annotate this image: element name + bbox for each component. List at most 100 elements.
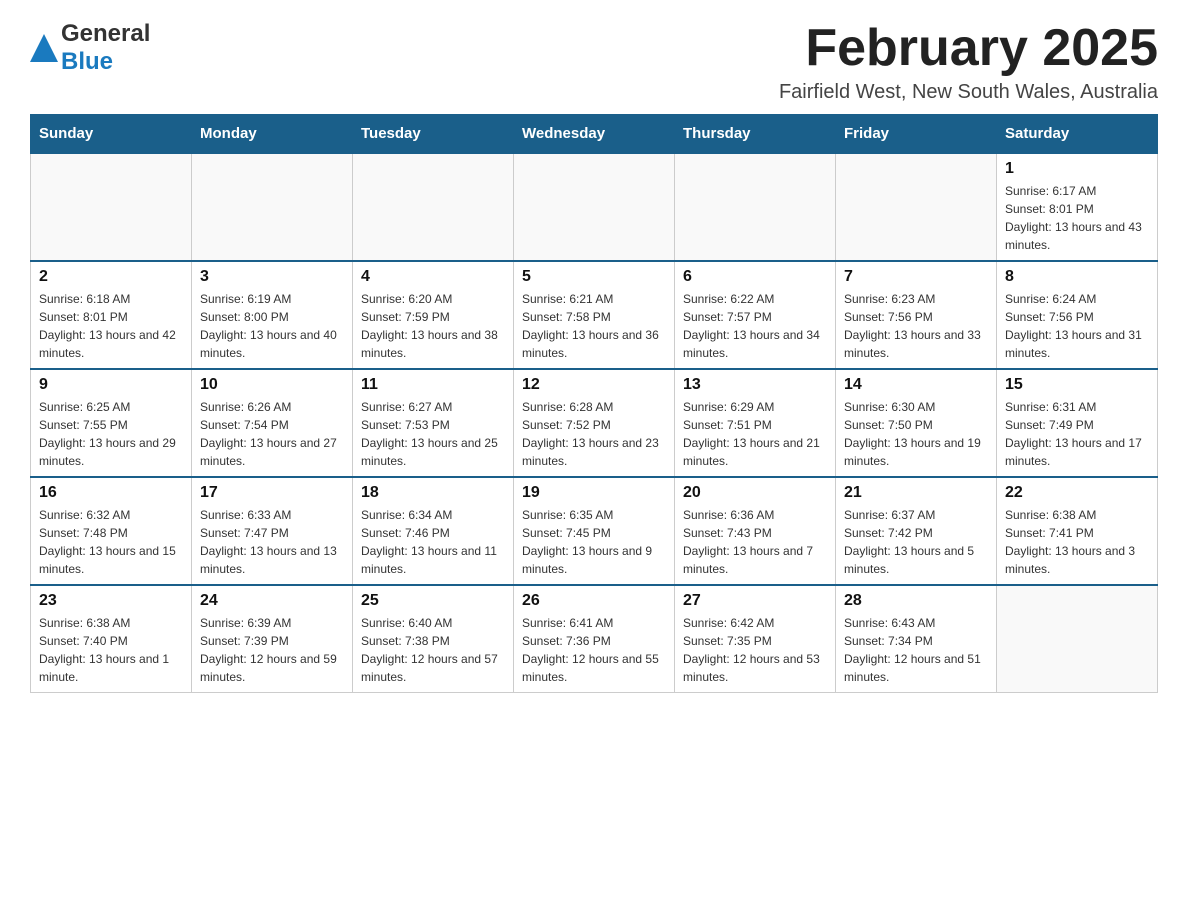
day-info: Sunrise: 6:41 AM Sunset: 7:36 PM Dayligh… (522, 614, 666, 686)
day-number: 28 (844, 592, 988, 610)
calendar-cell (836, 153, 997, 261)
day-info: Sunrise: 6:26 AM Sunset: 7:54 PM Dayligh… (200, 398, 344, 470)
calendar-header-row: SundayMondayTuesdayWednesdayThursdayFrid… (31, 115, 1158, 154)
logo-line2: Blue (61, 48, 150, 76)
calendar-cell: 14Sunrise: 6:30 AM Sunset: 7:50 PM Dayli… (836, 369, 997, 477)
calendar-cell: 4 Sunrise: 6:20 AM Sunset: 7:59 PM Daylig… (353, 261, 514, 369)
calendar-cell (514, 153, 675, 261)
calendar-cell: 15 Sunrise: 6:31 AM Sunset: 7:49 PM Dayli… (997, 369, 1158, 477)
day-info: Sunrise: 6:32 AM Sunset: 7:48 PM Dayligh… (39, 506, 183, 578)
logo-icon (30, 34, 58, 64)
day-info: Sunrise: 6:43 AM Sunset: 7:34 PM Dayligh… (844, 614, 988, 686)
calendar-week-4: 16Sunrise: 6:32 AM Sunset: 7:48 PM Dayli… (31, 477, 1158, 585)
location-title: Fairfield West, New South Wales, Austral… (779, 81, 1158, 104)
day-number: 4 (361, 268, 505, 286)
day-info: Sunrise: 6:21 AM Sunset: 7:58 PM Dayligh… (522, 290, 666, 362)
calendar-cell: 5 Sunrise: 6:21 AM Sunset: 7:58 PM Daylig… (514, 261, 675, 369)
day-number: 19 (522, 484, 666, 502)
calendar-cell: 25 Sunrise: 6:40 AM Sunset: 7:38 PM Dayli… (353, 585, 514, 693)
day-info: Sunrise: 6:30 AM Sunset: 7:50 PM Dayligh… (844, 398, 988, 470)
day-info: Sunrise: 6:24 AM Sunset: 7:56 PM Dayligh… (1005, 290, 1149, 362)
day-info: Sunrise: 6:36 AM Sunset: 7:43 PM Dayligh… (683, 506, 827, 578)
header-wednesday: Wednesday (514, 115, 675, 154)
day-info: Sunrise: 6:40 AM Sunset: 7:38 PM Dayligh… (361, 614, 505, 686)
day-number: 10 (200, 376, 344, 394)
header-thursday: Thursday (675, 115, 836, 154)
day-info: Sunrise: 6:33 AM Sunset: 7:47 PM Dayligh… (200, 506, 344, 578)
day-number: 3 (200, 268, 344, 286)
header-saturday: Saturday (997, 115, 1158, 154)
month-title: February 2025 (779, 20, 1158, 77)
logo-row: General Blue (30, 20, 150, 76)
calendar-cell: 18Sunrise: 6:34 AM Sunset: 7:46 PM Dayli… (353, 477, 514, 585)
calendar-cell (353, 153, 514, 261)
day-info: Sunrise: 6:17 AM Sunset: 8:01 PM Dayligh… (1005, 182, 1149, 254)
calendar-cell (192, 153, 353, 261)
title-area: February 2025 Fairfield West, New South … (779, 20, 1158, 104)
calendar-cell: 8 Sunrise: 6:24 AM Sunset: 7:56 PM Daylig… (997, 261, 1158, 369)
day-number: 1 (1005, 160, 1149, 178)
header: General Blue February 2025 Fairfield Wes… (30, 20, 1158, 104)
calendar-cell: 24 Sunrise: 6:39 AM Sunset: 7:39 PM Dayli… (192, 585, 353, 693)
calendar-cell: 20 Sunrise: 6:36 AM Sunset: 7:43 PM Dayli… (675, 477, 836, 585)
calendar-week-2: 2 Sunrise: 6:18 AM Sunset: 8:01 PM Daylig… (31, 261, 1158, 369)
calendar-cell: 6 Sunrise: 6:22 AM Sunset: 7:57 PM Daylig… (675, 261, 836, 369)
calendar-cell (31, 153, 192, 261)
day-number: 23 (39, 592, 183, 610)
day-info: Sunrise: 6:22 AM Sunset: 7:57 PM Dayligh… (683, 290, 827, 362)
calendar-week-1: 1 Sunrise: 6:17 AM Sunset: 8:01 PM Daylig… (31, 153, 1158, 261)
logo-text: General Blue (61, 20, 150, 76)
calendar-cell: 11 Sunrise: 6:27 AM Sunset: 7:53 PM Dayli… (353, 369, 514, 477)
calendar-cell: 1 Sunrise: 6:17 AM Sunset: 8:01 PM Daylig… (997, 153, 1158, 261)
calendar-cell (997, 585, 1158, 693)
day-info: Sunrise: 6:35 AM Sunset: 7:45 PM Dayligh… (522, 506, 666, 578)
calendar-week-3: 9Sunrise: 6:25 AM Sunset: 7:55 PM Daylig… (31, 369, 1158, 477)
day-info: Sunrise: 6:42 AM Sunset: 7:35 PM Dayligh… (683, 614, 827, 686)
day-number: 11 (361, 376, 505, 394)
calendar-cell: 16Sunrise: 6:32 AM Sunset: 7:48 PM Dayli… (31, 477, 192, 585)
calendar-cell: 22Sunrise: 6:38 AM Sunset: 7:41 PM Dayli… (997, 477, 1158, 585)
day-info: Sunrise: 6:19 AM Sunset: 8:00 PM Dayligh… (200, 290, 344, 362)
day-info: Sunrise: 6:39 AM Sunset: 7:39 PM Dayligh… (200, 614, 344, 686)
calendar-cell: 27 Sunrise: 6:42 AM Sunset: 7:35 PM Dayli… (675, 585, 836, 693)
calendar-cell: 12Sunrise: 6:28 AM Sunset: 7:52 PM Dayli… (514, 369, 675, 477)
day-info: Sunrise: 6:18 AM Sunset: 8:01 PM Dayligh… (39, 290, 183, 362)
day-number: 18 (361, 484, 505, 502)
day-number: 21 (844, 484, 988, 502)
day-info: Sunrise: 6:37 AM Sunset: 7:42 PM Dayligh… (844, 506, 988, 578)
header-friday: Friday (836, 115, 997, 154)
day-number: 27 (683, 592, 827, 610)
logo-line1: General (61, 20, 150, 48)
day-number: 8 (1005, 268, 1149, 286)
day-info: Sunrise: 6:29 AM Sunset: 7:51 PM Dayligh… (683, 398, 827, 470)
calendar-cell: 28 Sunrise: 6:43 AM Sunset: 7:34 PM Dayli… (836, 585, 997, 693)
day-info: Sunrise: 6:23 AM Sunset: 7:56 PM Dayligh… (844, 290, 988, 362)
day-number: 2 (39, 268, 183, 286)
logo-wrapper: General Blue (30, 20, 150, 76)
day-info: Sunrise: 6:20 AM Sunset: 7:59 PM Dayligh… (361, 290, 505, 362)
day-number: 15 (1005, 376, 1149, 394)
calendar-table: SundayMondayTuesdayWednesdayThursdayFrid… (30, 114, 1158, 693)
calendar-cell: 10 Sunrise: 6:26 AM Sunset: 7:54 PM Dayli… (192, 369, 353, 477)
header-sunday: Sunday (31, 115, 192, 154)
calendar-cell: 21 Sunrise: 6:37 AM Sunset: 7:42 PM Dayli… (836, 477, 997, 585)
day-info: Sunrise: 6:38 AM Sunset: 7:40 PM Dayligh… (39, 614, 183, 686)
header-monday: Monday (192, 115, 353, 154)
day-number: 20 (683, 484, 827, 502)
day-info: Sunrise: 6:27 AM Sunset: 7:53 PM Dayligh… (361, 398, 505, 470)
day-info: Sunrise: 6:31 AM Sunset: 7:49 PM Dayligh… (1005, 398, 1149, 470)
day-number: 13 (683, 376, 827, 394)
day-number: 5 (522, 268, 666, 286)
calendar-cell: 13 Sunrise: 6:29 AM Sunset: 7:51 PM Dayli… (675, 369, 836, 477)
header-tuesday: Tuesday (353, 115, 514, 154)
day-number: 12 (522, 376, 666, 394)
calendar-cell: 7Sunrise: 6:23 AM Sunset: 7:56 PM Daylig… (836, 261, 997, 369)
calendar-cell: 17Sunrise: 6:33 AM Sunset: 7:47 PM Dayli… (192, 477, 353, 585)
calendar-cell: 26Sunrise: 6:41 AM Sunset: 7:36 PM Dayli… (514, 585, 675, 693)
day-number: 25 (361, 592, 505, 610)
day-number: 6 (683, 268, 827, 286)
day-number: 24 (200, 592, 344, 610)
calendar-cell: 9Sunrise: 6:25 AM Sunset: 7:55 PM Daylig… (31, 369, 192, 477)
logo-area: General Blue (30, 20, 150, 76)
day-info: Sunrise: 6:38 AM Sunset: 7:41 PM Dayligh… (1005, 506, 1149, 578)
